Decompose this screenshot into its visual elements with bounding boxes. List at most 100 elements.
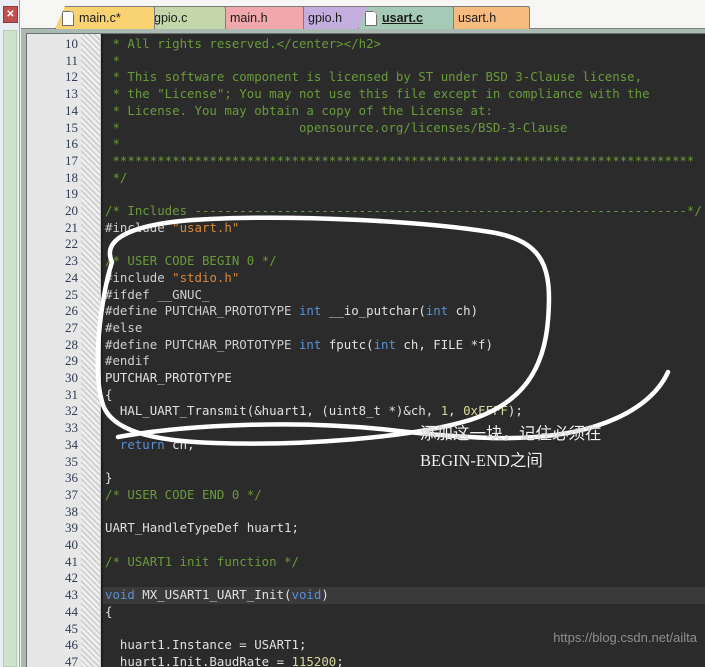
line-number: 41	[65, 553, 78, 569]
code-line[interactable]	[103, 236, 705, 253]
editor-tab-usart-c[interactable]: usart.c	[358, 6, 454, 29]
code-text-area[interactable]: * All rights reserved.</center></h2> * *…	[103, 34, 705, 667]
code-folding-column[interactable]: −−−	[81, 34, 150, 667]
code-token: #include	[105, 269, 173, 285]
code-line[interactable]: {	[103, 387, 705, 404]
line-number: 33	[65, 420, 78, 436]
code-line[interactable]: *	[103, 53, 705, 70]
code-token: /* USART1 init function */	[105, 553, 299, 569]
line-number: 42	[65, 570, 78, 586]
line-number: 10	[65, 36, 78, 51]
line-number: 29	[65, 353, 78, 369]
editor-tab-label: main.h	[230, 11, 268, 25]
code-line[interactable]: #include "stdio.h"	[103, 270, 705, 287]
code-token: #define PUTCHAR_PROTOTYPE	[105, 336, 299, 352]
code-line[interactable]: huart1.Init.BaudRate = 115200;	[103, 654, 705, 667]
code-token: void	[291, 587, 322, 603]
line-number: 39	[65, 520, 78, 536]
editor-tab-label: gpio.h	[308, 11, 343, 25]
code-line[interactable]	[103, 537, 705, 554]
code-line[interactable]	[103, 420, 705, 437]
editor-tab-label: usart.c	[382, 11, 423, 25]
code-token: * License. You may obtain a copy of the …	[105, 102, 493, 118]
code-line[interactable]: }	[103, 470, 705, 487]
code-token: ;	[336, 653, 344, 667]
code-line[interactable]: * All rights reserved.</center></h2>	[103, 36, 705, 53]
line-number: 14	[65, 102, 78, 118]
code-line[interactable]: huart1.Instance = USART1;	[103, 637, 705, 654]
project-explorer-sliver[interactable]	[3, 30, 17, 667]
editor-shell: 10 11 12 13 14 15 16 17 18 19 20 21 22 23 24 25 26 27 28 29…	[21, 29, 705, 667]
code-line[interactable]	[103, 186, 705, 203]
code-line[interactable]	[103, 621, 705, 638]
line-number: 23	[65, 253, 78, 269]
code-token: huart1.Init.BaudRate =	[105, 653, 292, 667]
editor-tab-label: usart.h	[458, 11, 497, 25]
code-line[interactable]: * License. You may obtain a copy of the …	[103, 103, 705, 120]
code-line[interactable]: #define PUTCHAR_PROTOTYPE int __io_putch…	[103, 303, 705, 320]
code-token: PUTCHAR_PROTOTYPE	[105, 370, 232, 385]
code-token: return	[119, 436, 165, 452]
code-token: )	[321, 587, 329, 603]
line-number: 46	[65, 637, 78, 653]
code-line[interactable]: void MX_USART1_UART_Init(void)	[103, 587, 705, 604]
code-token: MX_USART1_UART_Init(	[134, 587, 292, 603]
editor-tab-main-c-[interactable]: main.c*	[55, 6, 155, 29]
code-token: "usart.h"	[172, 219, 240, 235]
code-line[interactable]	[103, 504, 705, 521]
code-token: ch;	[164, 436, 195, 452]
code-line[interactable]: * This software component is licensed by…	[103, 69, 705, 86]
code-token: HAL_UART_Transmit(&huart1, (uint8_t *)&c…	[105, 403, 441, 419]
code-token: 0xFFFF	[463, 403, 508, 419]
line-number: 44	[65, 603, 78, 619]
code-line[interactable]: * the "License"; You may not use this fi…	[103, 86, 705, 103]
line-number: 27	[65, 319, 78, 335]
code-token: #include	[105, 219, 173, 235]
code-line[interactable]: /* Includes ----------------------------…	[103, 203, 705, 220]
close-icon[interactable]: ✕	[3, 6, 18, 23]
code-token: * All rights reserved.</center></h2>	[105, 36, 382, 51]
editor-pane: 10 11 12 13 14 15 16 17 18 19 20 21 22 23 24 25 26 27 28 29…	[26, 33, 705, 667]
code-line[interactable]: * opensource.org/licenses/BSD-3-Clause	[103, 120, 705, 137]
code-token: ch, FILE *f)	[395, 336, 493, 352]
code-token: *	[105, 52, 120, 68]
code-token: void	[105, 587, 135, 603]
code-token: ****************************************…	[105, 152, 695, 168]
code-line[interactable]: #define PUTCHAR_PROTOTYPE int fputc(int …	[103, 337, 705, 354]
line-number-gutter: 10 11 12 13 14 15 16 17 18 19 20 21 22 23 24 25 26 27 28 29…	[27, 34, 81, 667]
line-number: 43	[65, 587, 78, 603]
code-line[interactable]: */	[103, 170, 705, 187]
code-line[interactable]: ****************************************…	[103, 153, 705, 170]
code-line[interactable]: return ch;	[103, 437, 705, 454]
code-line[interactable]: /* USART1 init function */	[103, 554, 705, 571]
code-token: #else	[105, 319, 143, 335]
code-line[interactable]: #else	[103, 320, 705, 337]
line-number: 28	[65, 336, 78, 352]
code-line[interactable]: *	[103, 136, 705, 153]
code-token: UART_HandleTypeDef huart1;	[105, 520, 299, 536]
code-line[interactable]: #ifdef __GNUC_	[103, 287, 705, 304]
line-number: 17	[65, 152, 78, 168]
line-number: 25	[65, 286, 78, 302]
code-line[interactable]: /* USER CODE END 0 */	[103, 487, 705, 504]
code-line[interactable]: PUTCHAR_PROTOTYPE	[103, 370, 705, 387]
code-token: ch)	[448, 303, 479, 319]
line-number: 15	[65, 119, 78, 135]
code-line[interactable]: HAL_UART_Transmit(&huart1, (uint8_t *)&c…	[103, 403, 705, 420]
code-token: /* Includes ----------------------------…	[105, 203, 702, 218]
code-line[interactable]: /* USER CODE BEGIN 0 */	[103, 253, 705, 270]
left-panel-strip: ✕	[0, 0, 20, 667]
code-token: * the "License"; You may not use this fi…	[105, 86, 650, 102]
line-number: 26	[65, 303, 78, 319]
code-line[interactable]: #endif	[103, 353, 705, 370]
code-token: #define PUTCHAR_PROTOTYPE	[105, 303, 299, 319]
code-line[interactable]: {	[103, 604, 705, 621]
line-number: 45	[65, 620, 78, 636]
code-token: huart1.Instance = USART1;	[105, 637, 307, 653]
code-line[interactable]: #include "usart.h"	[103, 220, 705, 237]
code-line[interactable]	[103, 454, 705, 471]
code-token: * opensource.org/licenses/BSD-3-Clause	[105, 119, 568, 135]
code-line[interactable]: UART_HandleTypeDef huart1;	[103, 520, 705, 537]
code-line[interactable]	[103, 570, 705, 587]
